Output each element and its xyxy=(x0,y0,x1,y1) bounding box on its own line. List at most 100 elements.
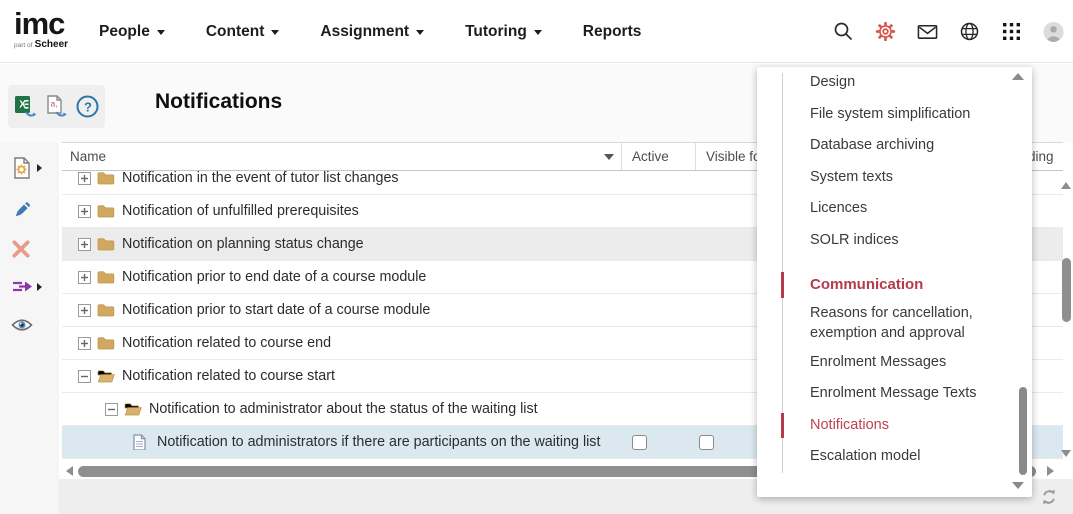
excel-export-icon[interactable]: X xyxy=(12,93,39,120)
menu-content-label: Content xyxy=(206,23,265,41)
logo-subtext: part of Scheer xyxy=(14,40,68,50)
menu-reports[interactable]: Reports xyxy=(583,23,642,41)
view-button[interactable] xyxy=(11,312,45,338)
edit-pencil-icon xyxy=(11,199,33,221)
mail-icon[interactable] xyxy=(917,21,938,42)
settings-menu-item-escalation-model[interactable]: Escalation model xyxy=(757,441,1032,473)
logo-text: imc xyxy=(14,6,64,41)
search-icon[interactable] xyxy=(833,21,854,42)
menu-scroll-thumb[interactable] xyxy=(1019,387,1027,475)
row-label: Notification on planning status change xyxy=(122,236,364,252)
settings-menu-item-reasons-for-cancellation-exemption-and-app[interactable]: Reasons for cancellation, exemption and … xyxy=(757,301,1032,347)
main-menu: People Content Assignment Tutoring Repor… xyxy=(99,0,641,63)
row-label: Notification prior to start date of a co… xyxy=(122,302,430,318)
menu-item-label: System texts xyxy=(810,168,893,188)
apps-grid-icon[interactable] xyxy=(1001,21,1022,42)
settings-menu-item-enrolment-message-texts[interactable]: Enrolment Message Texts xyxy=(757,378,1032,410)
expand-icon[interactable] xyxy=(78,304,91,317)
flyout-arrow-icon xyxy=(37,164,42,172)
menu-assignment[interactable]: Assignment xyxy=(320,23,424,41)
menu-assignment-label: Assignment xyxy=(320,23,409,41)
menu-tutoring[interactable]: Tutoring xyxy=(465,23,542,41)
settings-menu-item-communication[interactable]: Communication xyxy=(757,269,1032,301)
folder-icon xyxy=(97,171,115,186)
settings-menu-item-design[interactable]: Design xyxy=(757,67,1032,99)
top-navigation-bar: imc part of Scheer People Content Assign… xyxy=(0,0,1073,63)
settings-menu-item-notifications[interactable]: Notifications xyxy=(757,410,1032,442)
folder-icon xyxy=(97,236,115,252)
vertical-scroll-thumb[interactable] xyxy=(1062,258,1071,322)
row-label: Notification in the event of tutor list … xyxy=(122,171,399,186)
refresh-icon[interactable] xyxy=(1040,488,1058,506)
table-vertical-scrollbar[interactable] xyxy=(1061,172,1073,462)
name-cell: Notification related to course end xyxy=(62,335,622,351)
scroll-up-icon[interactable] xyxy=(1061,182,1071,189)
forward-button[interactable] xyxy=(11,274,45,300)
name-cell: Notification to administrator about the … xyxy=(62,401,622,417)
forward-arrows-icon xyxy=(11,277,33,297)
menu-item-label: Database archiving xyxy=(810,136,934,156)
menu-reports-label: Reports xyxy=(583,23,642,41)
flyout-arrow-icon xyxy=(37,283,42,291)
new-item-button[interactable] xyxy=(11,155,45,181)
settings-menu-list: DesignFile system simplification Database… xyxy=(757,67,1032,473)
settings-menu-item-solr-indices[interactable]: SOLR indices xyxy=(757,225,1032,257)
menu-item-label: Communication xyxy=(810,275,923,295)
delete-button[interactable] xyxy=(11,236,45,262)
menu-content[interactable]: Content xyxy=(206,23,280,41)
avatar[interactable] xyxy=(1043,21,1064,42)
column-header-active[interactable]: Active xyxy=(622,143,696,170)
left-action-toolbar xyxy=(0,142,59,514)
expand-icon[interactable] xyxy=(78,238,91,251)
active-cell xyxy=(622,435,696,450)
expand-icon[interactable] xyxy=(78,271,91,284)
scroll-right-icon[interactable] xyxy=(1047,466,1054,476)
help-icon[interactable]: ? xyxy=(74,93,101,120)
chevron-down-icon xyxy=(157,30,165,35)
menu-people-label: People xyxy=(99,23,150,41)
settings-menu-item-file-system-simplification[interactable]: File system simplification xyxy=(757,99,1032,131)
menu-item-label: Notifications xyxy=(810,416,889,436)
menu-scroll-down-icon[interactable] xyxy=(1012,482,1024,489)
document-icon xyxy=(132,434,150,450)
menu-item-label: Licences xyxy=(810,199,867,219)
svg-text:a,: a, xyxy=(51,99,58,109)
row-label: Notification to administrator about the … xyxy=(149,401,538,417)
column-label-active: Active xyxy=(632,149,669,164)
folder-icon xyxy=(97,269,115,285)
topbar-icons xyxy=(833,0,1073,63)
menu-people[interactable]: People xyxy=(99,23,165,41)
settings-gear-icon[interactable] xyxy=(875,21,896,42)
scroll-down-icon[interactable] xyxy=(1061,450,1071,457)
name-cell: Notification to administrators if there … xyxy=(62,434,622,450)
name-cell: Notification related to course start xyxy=(62,368,622,384)
menu-item-label: Reasons for cancellation, exemption and … xyxy=(810,304,1016,343)
collapse-icon[interactable] xyxy=(78,370,91,383)
column-header-name[interactable]: Name xyxy=(62,143,622,170)
imc-logo[interactable]: imc part of Scheer xyxy=(14,8,68,50)
expand-icon[interactable] xyxy=(78,205,91,218)
edit-button[interactable] xyxy=(11,197,45,223)
scroll-left-icon[interactable] xyxy=(66,466,73,476)
folder-open-icon xyxy=(97,368,115,384)
expand-icon[interactable] xyxy=(78,337,91,350)
chevron-down-icon xyxy=(271,30,279,35)
column-label-name: Name xyxy=(70,149,106,164)
column-menu-icon[interactable] xyxy=(604,154,614,160)
settings-menu-item-database-archiving[interactable]: Database archiving xyxy=(757,130,1032,162)
settings-menu-item-system-texts[interactable]: System texts xyxy=(757,162,1032,194)
name-cell: Notification prior to end date of a cour… xyxy=(62,269,622,285)
active-checkbox[interactable] xyxy=(632,435,647,450)
folder-open-icon xyxy=(124,401,142,417)
name-cell: Notification of unfulfilled prerequisite… xyxy=(62,203,622,219)
globe-icon[interactable] xyxy=(959,21,980,42)
expand-icon[interactable] xyxy=(78,172,91,185)
view-eye-icon xyxy=(11,317,33,333)
file-export-icon[interactable]: a, xyxy=(43,93,70,120)
collapse-icon[interactable] xyxy=(105,403,118,416)
settings-menu-item-licences[interactable]: Licences xyxy=(757,193,1032,225)
export-toolbar: X a, ? xyxy=(8,85,105,128)
settings-menu-item-enrolment-messages[interactable]: Enrolment Messages xyxy=(757,347,1032,379)
menu-item-label: Escalation model xyxy=(810,447,920,467)
visible-for-checkbox[interactable] xyxy=(699,435,714,450)
